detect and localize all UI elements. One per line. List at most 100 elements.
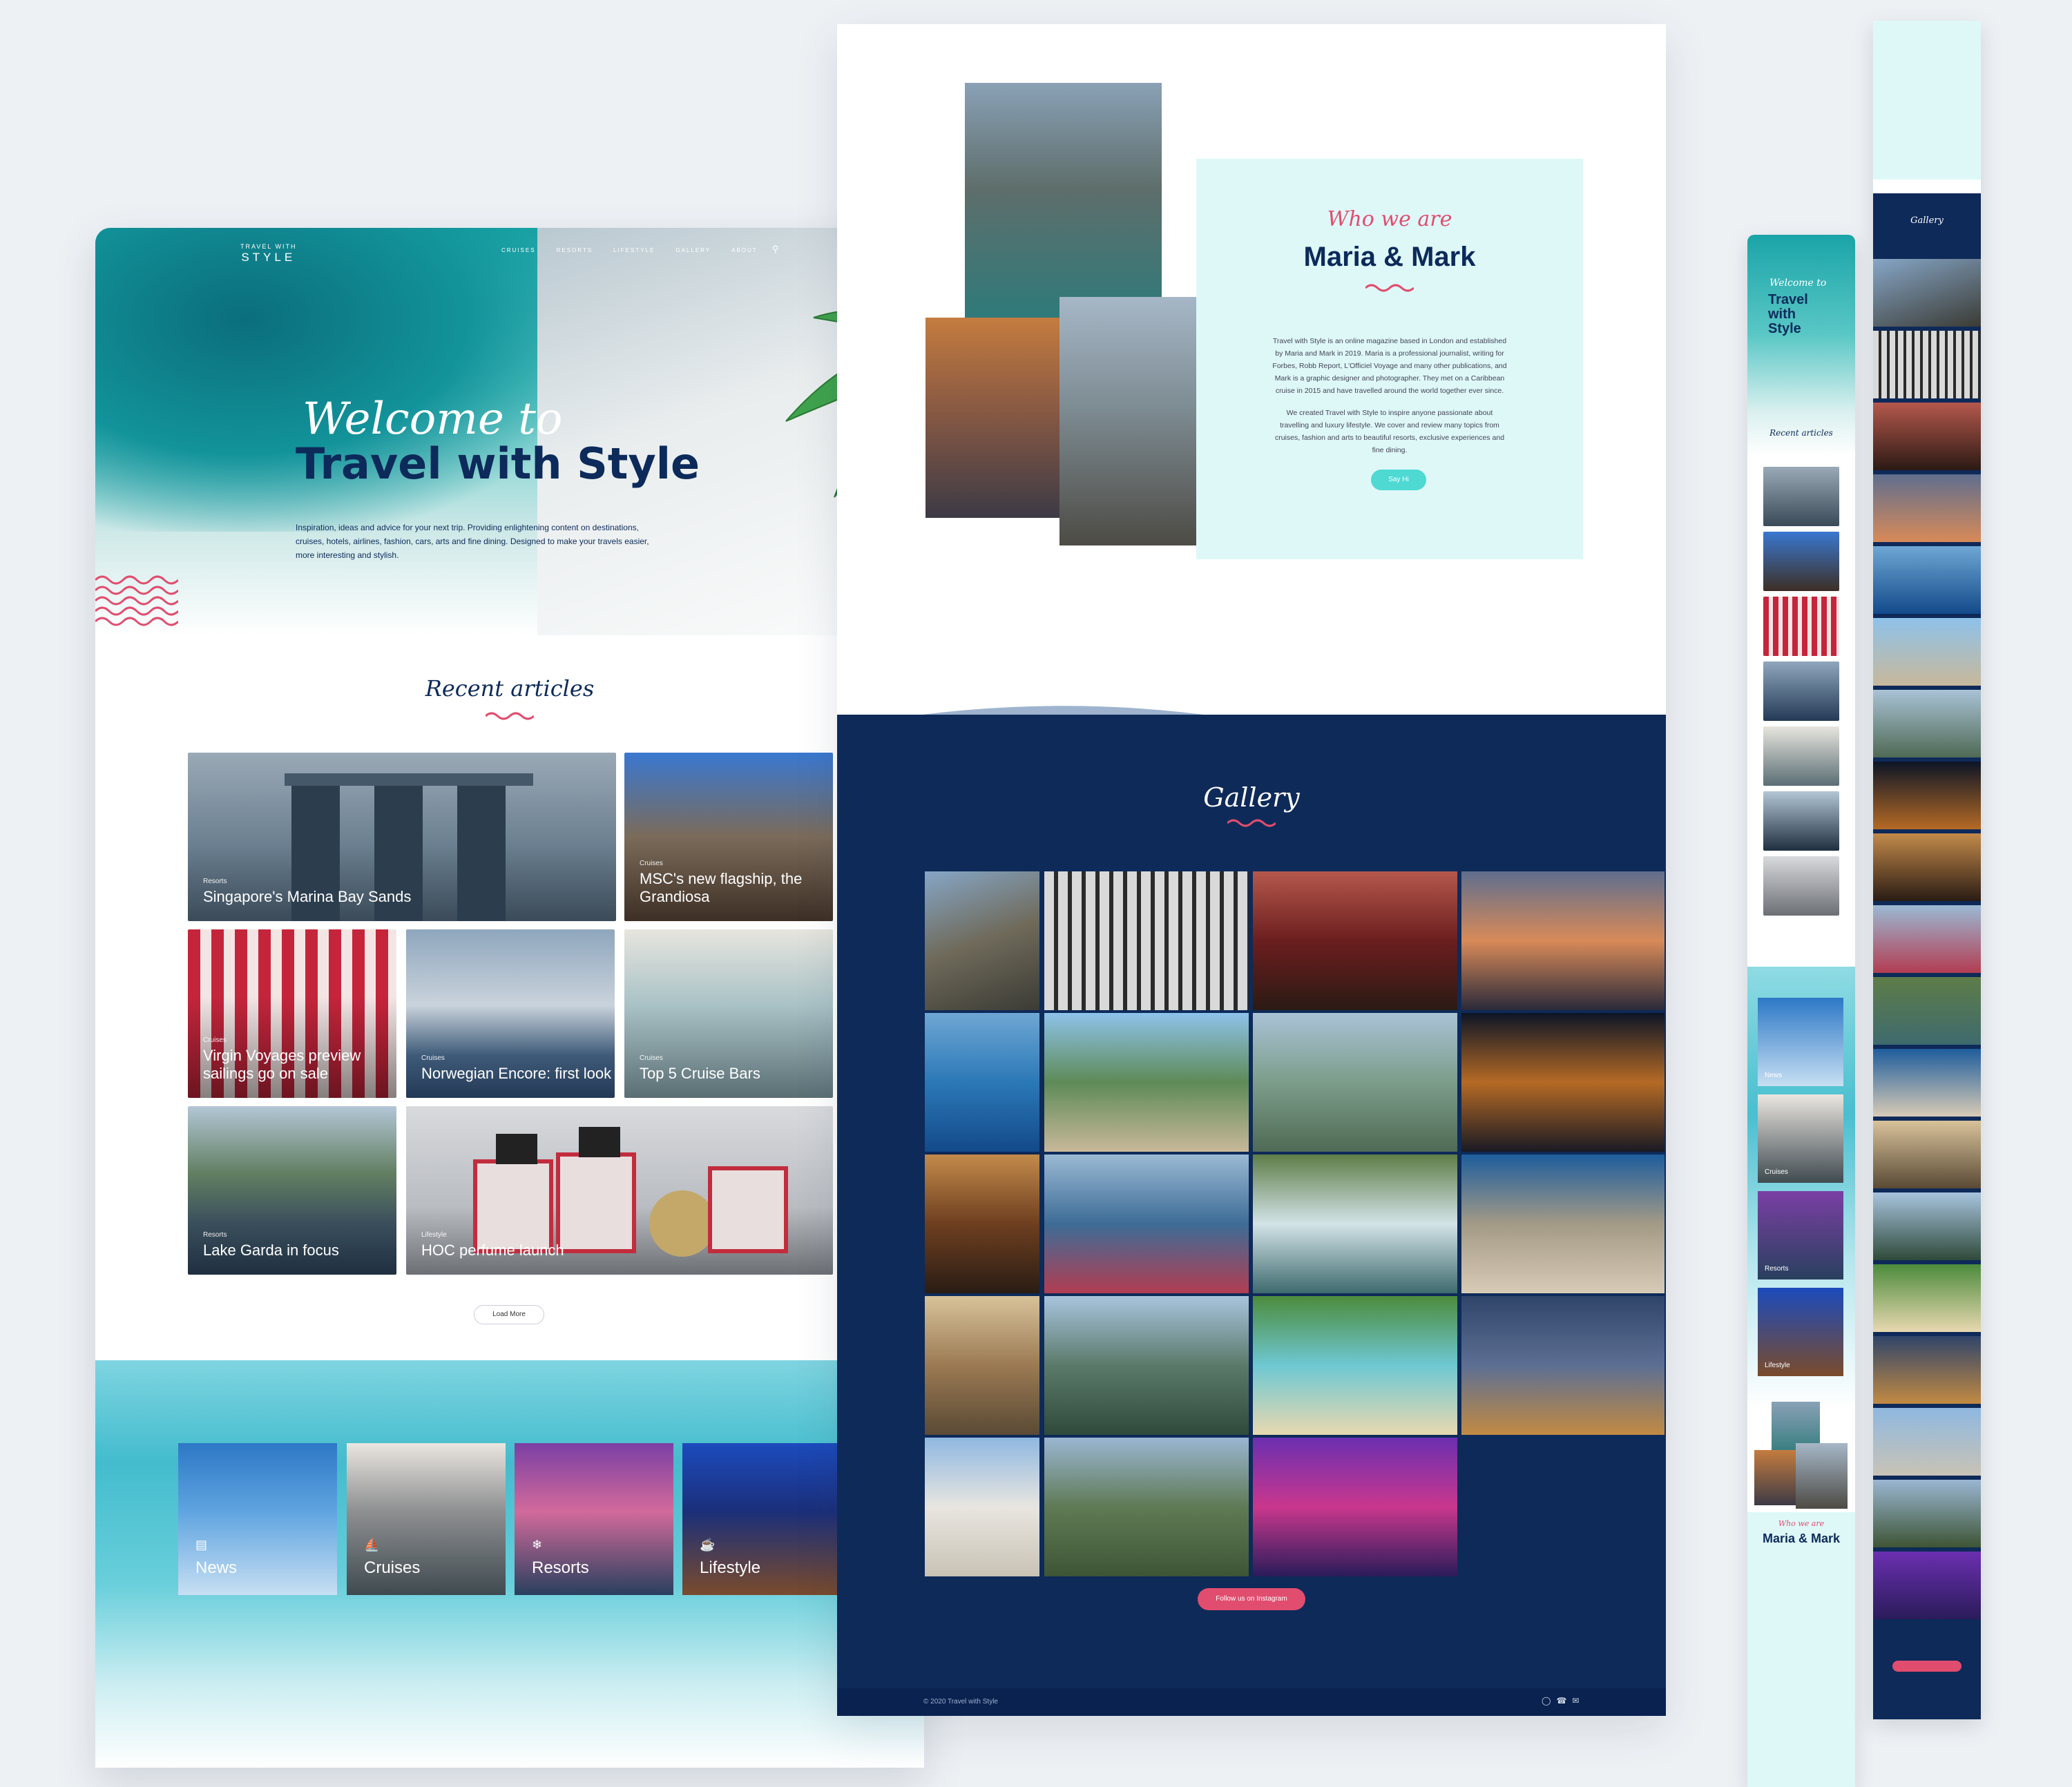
gallery-image[interactable] [1043,1012,1250,1153]
gallery-image[interactable] [1460,1012,1666,1153]
logo-main-text: STYLE [241,250,296,264]
mobile-gallery-image[interactable] [1873,977,1981,1047]
mobile-instagram-button[interactable] [1892,1661,1961,1672]
mobile-gallery-image[interactable] [1873,618,1981,688]
wave-divider-icon [1227,819,1276,827]
nav-cruises[interactable]: CRUISES [501,247,536,253]
gallery-image[interactable] [923,1012,1041,1153]
gallery-image[interactable] [1043,1153,1250,1295]
mobile-gallery-image[interactable] [1873,833,1981,904]
hero-section: TRAVEL WITH STYLE CRUISES RESORTS LIFEST… [95,228,924,635]
category-label: News [195,1558,238,1577]
mobile-gallery-image[interactable] [1873,546,1981,617]
gallery-image[interactable] [1251,1012,1459,1153]
zigzag-decoration [95,575,178,626]
category-tile-cruises[interactable]: ⛵ Cruises [347,1443,506,1595]
mobile-article-thumb[interactable] [1763,856,1839,916]
mobile-gallery-image[interactable] [1873,1049,1981,1119]
mobile-category-tile[interactable]: Lifestyle [1758,1288,1843,1376]
mobile-article-thumb[interactable] [1763,597,1839,656]
mobile-gallery-image[interactable] [1873,1264,1981,1335]
mobile-article-thumb[interactable] [1763,661,1839,721]
mobile-about-box [1873,21,1981,180]
nav-about[interactable]: ABOUT [731,247,758,253]
mobile-gallery-image[interactable] [1873,1552,1981,1622]
site-logo[interactable]: TRAVEL WITH STYLE [240,243,297,264]
gallery-image[interactable] [1251,1295,1459,1436]
article-category: Cruises [640,860,663,867]
mobile-about-title: Maria & Mark [1762,1532,1841,1545]
newspaper-icon: ▤ [195,1538,208,1552]
footer-copyright: © 2020 Travel with Style [923,1698,998,1706]
category-label: Resorts [1765,1265,1789,1273]
search-icon[interactable]: ⚲ [772,244,779,255]
article-category: Resorts [203,1231,227,1239]
mobile-gallery-image[interactable] [1873,1480,1981,1550]
logo-top-text: TRAVEL WITH [240,243,297,250]
category-tile-resorts[interactable]: ❄ Resorts [515,1443,673,1595]
article-card[interactable]: Cruises MSC's new flagship, the Grandiosa [624,753,833,921]
mobile-gallery-image[interactable] [1873,905,1981,976]
nav-lifestyle[interactable]: LIFESTYLE [613,247,655,253]
mobile-hero-script: Welcome to [1769,278,1827,289]
mobile-gallery-image[interactable] [1873,1408,1981,1478]
category-label: Lifestyle [1765,1362,1790,1369]
mobile-category-tile[interactable]: Cruises [1758,1094,1843,1183]
category-tile-lifestyle[interactable]: ☕ Lifestyle [682,1443,841,1595]
gallery-image[interactable] [1251,870,1459,1012]
gallery-image[interactable] [923,870,1041,1012]
about-box: Who we are Maria & Mark Travel with Styl… [1196,159,1583,559]
nav-resorts[interactable]: RESORTS [557,247,593,253]
mobile-article-thumb[interactable] [1763,467,1839,526]
ship-icon: ⛵ [364,1538,380,1552]
mobile-gallery-image[interactable] [1873,762,1981,832]
article-card[interactable]: Lifestyle HOC perfume launch [406,1106,833,1275]
mobile-gallery-image[interactable] [1873,1192,1981,1263]
phone-icon[interactable]: ☎ [1556,1696,1572,1706]
gallery-image[interactable] [1043,1295,1250,1436]
category-label: Cruises [364,1558,421,1577]
article-card[interactable]: Resorts Singapore's Marina Bay Sands [188,753,616,921]
gallery-image[interactable] [923,1153,1041,1295]
gallery-image[interactable] [1460,1295,1666,1436]
mobile-gallery-image[interactable] [1873,403,1981,473]
article-card[interactable]: Cruises Norwegian Encore: first look [406,929,615,1098]
nav-gallery[interactable]: GALLERY [675,247,711,253]
mobile-gallery-image[interactable] [1873,1121,1981,1191]
say-hi-button[interactable]: Say Hi [1371,470,1426,490]
category-tile-news[interactable]: ▤ News [178,1443,337,1595]
glass-icon: ☕ [700,1538,716,1552]
mobile-gallery-image[interactable] [1873,331,1981,401]
mobile-category-tile[interactable]: Resorts [1758,1191,1843,1279]
mobile-gallery-image[interactable] [1873,690,1981,760]
gallery-image[interactable] [923,1295,1041,1436]
instagram-icon[interactable]: ◯ [1542,1696,1556,1706]
gallery-image[interactable] [1043,1436,1250,1578]
mobile-gallery-panel: Gallery [1873,21,1981,1719]
category-label: Resorts [532,1558,589,1577]
load-more-button[interactable]: Load More [474,1305,544,1324]
mobile-article-thumb[interactable] [1763,532,1839,591]
article-title: Lake Garda in focus [203,1242,339,1259]
instagram-follow-button[interactable]: Follow us on Instagram [1198,1588,1305,1610]
footer: © 2020 Travel with Style ◯☎✉ [837,1688,1666,1716]
mobile-category-tile[interactable]: News [1758,998,1843,1086]
article-card[interactable]: Resorts Lake Garda in focus [188,1106,396,1275]
mobile-gallery-image[interactable] [1873,259,1981,329]
gallery-image[interactable] [1251,1153,1459,1295]
article-card[interactable]: Cruises Top 5 Cruise Bars [624,929,833,1098]
gallery-image[interactable] [1460,870,1666,1012]
gallery-image[interactable] [1460,1153,1666,1295]
mobile-article-thumb[interactable] [1763,791,1839,851]
mobile-gallery-image[interactable] [1873,1336,1981,1407]
gallery-image[interactable] [1251,1436,1459,1578]
mobile-article-thumb[interactable] [1763,726,1839,786]
palm-icon: ❄ [532,1538,543,1552]
gallery-image[interactable] [1043,870,1250,1012]
article-card[interactable]: Cruises Virgin Voyages preview sailings g… [188,929,396,1098]
mobile-gallery-image[interactable] [1873,474,1981,545]
mobile-gallery-title: Gallery [1910,215,1944,226]
gallery-image[interactable] [923,1436,1041,1578]
article-title: MSC's new flagship, the Grandiosa [640,870,803,905]
mail-icon[interactable]: ✉ [1572,1696,1584,1706]
